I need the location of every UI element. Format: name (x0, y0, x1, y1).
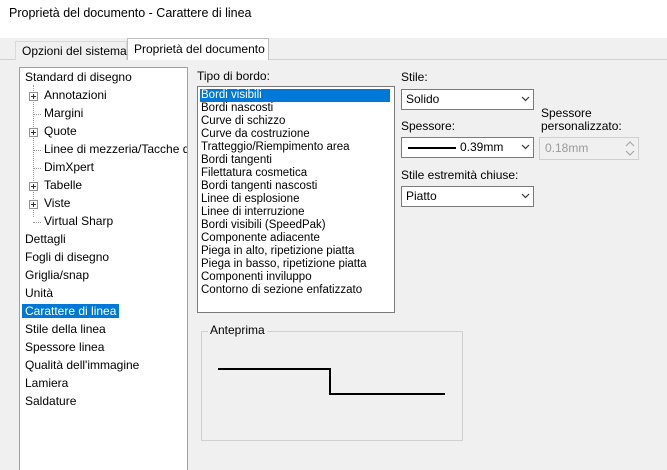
tree-connector (33, 168, 41, 169)
chevron-down-icon (521, 95, 530, 103)
tree-item-viste[interactable]: Viste (44, 195, 70, 212)
line-sample (408, 147, 456, 149)
tab-document-properties[interactable]: Proprietà del documento (127, 38, 269, 61)
preview-group: Anteprima (201, 323, 463, 441)
custom-thickness-value: 0.18mm (545, 141, 589, 155)
tree-item-dettagli[interactable]: Dettagli (25, 231, 66, 248)
tree-item-lamiera[interactable]: Lamiera (25, 375, 68, 392)
custom-thickness-label-2: personalizzato: (541, 119, 622, 133)
list-item[interactable]: Linee di esplosione (201, 193, 299, 206)
tree-item-tabelle[interactable]: Tabelle (44, 177, 82, 194)
thickness-value: 0.39mm (460, 140, 504, 154)
list-item[interactable]: Filettatura cosmetica (201, 167, 307, 180)
list-item[interactable]: Bordi nascosti (201, 102, 273, 115)
expand-icon[interactable] (29, 200, 38, 209)
list-item[interactable]: Piega in basso, ripetizione piatta (201, 258, 367, 271)
edge-type-label: Tipo di bordo: (197, 69, 270, 83)
tree-item-margini[interactable]: Margini (44, 105, 83, 122)
properties-tree[interactable]: Standard di disegno Annotazioni Margini … (19, 67, 188, 470)
thickness-dropdown[interactable]: 0.39mm (401, 137, 534, 158)
expand-icon[interactable] (29, 128, 38, 137)
tree-item-fogli-di-disegno[interactable]: Fogli di disegno (25, 249, 109, 266)
tree-connector (33, 222, 41, 223)
list-item[interactable]: Piega in alto, ripetizione piatta (201, 245, 354, 258)
window-title: Proprietà del documento - Carattere di l… (9, 6, 252, 20)
tree-item-carattere-di-linea[interactable]: Carattere di linea (22, 303, 120, 320)
list-item[interactable]: Tratteggio/Riempimento area (201, 141, 350, 154)
tree-item-virtual-sharp[interactable]: Virtual Sharp (44, 213, 113, 230)
tree-item-unita[interactable]: Unità (25, 285, 53, 302)
tree-item-saldature[interactable]: Saldature (25, 393, 76, 410)
tab-system-options[interactable]: Opzioni del sistema (15, 41, 127, 60)
list-item[interactable]: Componenti inviluppo (201, 271, 312, 284)
tab-strip: Opzioni del sistema Proprietà del docume… (0, 38, 667, 61)
chevron-down-icon (521, 143, 530, 151)
list-item[interactable]: Linee di interruzione (201, 206, 305, 219)
style-label: Stile: (401, 70, 428, 84)
chevron-down-icon (521, 192, 530, 200)
list-item[interactable]: Bordi tangenti nascosti (201, 180, 317, 193)
tree-connector (33, 150, 41, 151)
list-item[interactable]: Curve da costruzione (201, 128, 310, 141)
spinner-arrows-icon[interactable] (624, 140, 636, 157)
style-dropdown[interactable]: Solido (401, 89, 534, 110)
expand-icon[interactable] (29, 92, 38, 101)
tree-item-quote[interactable]: Quote (44, 123, 77, 140)
tree-item-stile-della-linea[interactable]: Stile della linea (25, 321, 106, 338)
list-item[interactable]: Bordi visibili (SpeedPak) (201, 219, 326, 232)
edge-type-list[interactable]: Bordi visibili Bordi nascosti Curve di s… (197, 86, 395, 313)
preview-line (218, 368, 445, 395)
tree-item-spessore-linea[interactable]: Spessore linea (25, 339, 104, 356)
expand-icon[interactable] (29, 182, 38, 191)
style-value: Solido (406, 92, 440, 106)
dialog-body: Standard di disegno Annotazioni Margini … (0, 60, 667, 470)
tree-connector (33, 114, 41, 115)
list-item[interactable]: Curve di schizzo (201, 115, 285, 128)
tree-item-qualita-immagine[interactable]: Qualità dell'immagine (25, 357, 139, 374)
end-cap-dropdown[interactable]: Piatto (401, 186, 534, 207)
thickness-label: Spessore: (401, 119, 456, 133)
list-item[interactable]: Bordi tangenti (201, 154, 272, 167)
custom-thickness-spinner[interactable]: 0.18mm (539, 137, 639, 160)
title-bar: Proprietà del documento - Carattere di l… (0, 0, 667, 34)
list-item[interactable]: Componente adiacente (201, 232, 320, 245)
tree-item-dimxpert[interactable]: DimXpert (44, 159, 94, 176)
end-cap-value: Piatto (406, 189, 437, 203)
tree-item-standard-di-disegno[interactable]: Standard di disegno (25, 69, 132, 86)
list-item[interactable]: Contorno di sezione enfatizzato (201, 284, 362, 297)
end-cap-label: Stile estremità chiuse: (401, 168, 519, 182)
tree-connector (33, 85, 34, 217)
list-item[interactable]: Bordi visibili (200, 89, 390, 102)
tree-item-linee-di-mezzeria[interactable]: Linee di mezzeria/Tacche di (44, 141, 187, 158)
tree-item-annotazioni[interactable]: Annotazioni (44, 87, 107, 104)
custom-thickness-label-1: Spessore (541, 106, 592, 120)
tree-item-griglia-snap[interactable]: Griglia/snap (25, 267, 89, 284)
